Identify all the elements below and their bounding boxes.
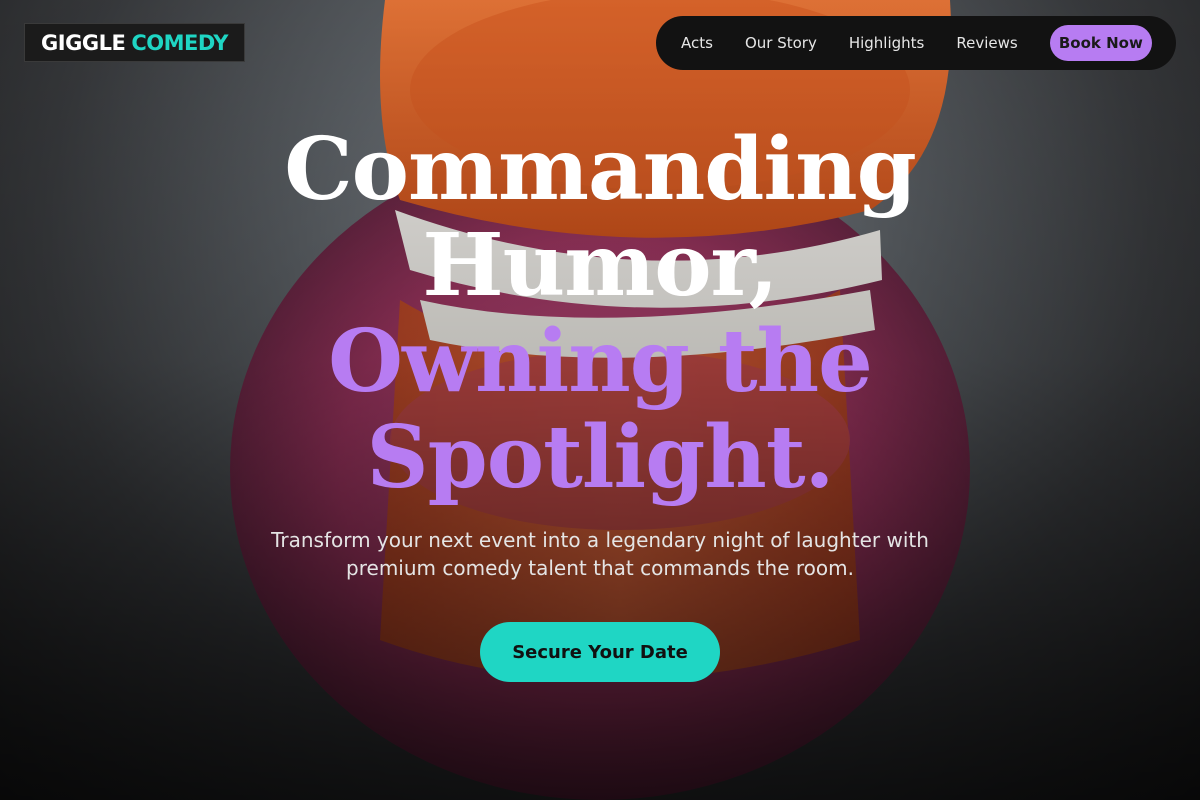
nav-link-reviews[interactable]: Reviews [956,34,1017,52]
headline-line-3: Owning the [328,311,873,412]
headline-line-1: Commanding [284,119,917,220]
nav-link-acts[interactable]: Acts [681,34,713,52]
hero-headline: Commanding Humor, Owning the Spotlight. [0,122,1200,506]
headline-line-2: Humor, [422,215,778,316]
top-navigation: Acts Our Story Highlights Reviews Book N… [656,16,1176,70]
book-now-button[interactable]: Book Now [1049,25,1152,61]
hero-subtitle: Transform your next event into a legenda… [0,526,1200,582]
logo-word-comedy: COMEDY [131,30,228,55]
subtitle-line-1: Transform your next event into a legenda… [271,528,929,552]
nav-link-highlights[interactable]: Highlights [849,34,925,52]
headline-line-4: Spotlight. [366,407,835,508]
secure-your-date-button[interactable]: Secure Your Date [480,622,720,682]
logo-word-giggle: GIGGLE [41,30,126,55]
hero-section: GIGGLE COMEDY Acts Our Story Highlights … [0,0,1200,800]
nav-link-our-story[interactable]: Our Story [745,34,817,52]
brand-logo[interactable]: GIGGLE COMEDY [24,23,245,62]
subtitle-line-2: premium comedy talent that commands the … [346,556,854,580]
